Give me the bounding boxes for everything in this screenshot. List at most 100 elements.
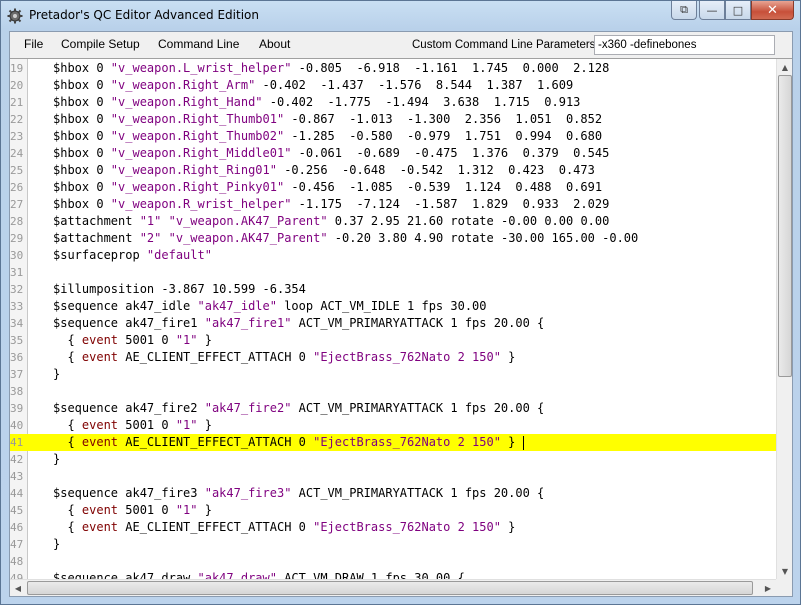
code-text: }	[53, 452, 61, 466]
line-number: 22	[10, 113, 24, 126]
code-line[interactable]: 21 $hbox 0 "v_weapon.Right_Hand" -0.402 -…	[10, 94, 776, 111]
code-text: $attachment "2" "v_weapon.AK47_Parent" -…	[53, 231, 639, 245]
code-line[interactable]: 38	[10, 383, 776, 400]
code-line[interactable]: 23 $hbox 0 "v_weapon.Right_Thumb02" -1.28…	[10, 128, 776, 145]
line-number: 28	[10, 215, 24, 228]
close-button[interactable]: ✕	[751, 1, 794, 20]
code-text: $sequence ak47_fire1 "ak47_fire1" ACT_VM…	[53, 316, 545, 330]
line-number: 41	[10, 436, 24, 449]
code-line[interactable]: 34 $sequence ak47_fire1 "ak47_fire1" ACT_…	[10, 315, 776, 332]
code-text: { event 5001 0 "1" }	[53, 418, 212, 432]
scroll-up-icon[interactable]: ▲	[777, 59, 792, 75]
line-number: 39	[10, 402, 24, 415]
code-text: $hbox 0 "v_weapon.Right_Hand" -0.402 -1.…	[53, 95, 581, 109]
code-line[interactable]: 28 $attachment "1" "v_weapon.AK47_Parent"…	[10, 213, 776, 230]
gear-icon[interactable]	[7, 8, 23, 24]
code-line[interactable]: 41 { event AE_CLIENT_EFFECT_ATTACH 0 "Ej…	[10, 434, 776, 451]
menu-file[interactable]: File	[24, 37, 43, 51]
line-number: 27	[10, 198, 24, 211]
line-number: 25	[10, 164, 24, 177]
code-line[interactable]: 30 $surfaceprop "default"	[10, 247, 776, 264]
code-text: $hbox 0 "v_weapon.L_wrist_helper" -0.805…	[53, 61, 610, 75]
code-line[interactable]: 48	[10, 553, 776, 570]
code-line[interactable]: 46 { event AE_CLIENT_EFFECT_ATTACH 0 "Ej…	[10, 519, 776, 536]
horizontal-scrollbar[interactable]: ◀ ▶	[10, 579, 776, 596]
restore-window-icon[interactable]: ⧉	[671, 1, 697, 20]
code-text: $illumposition -3.867 10.599 -6.354	[53, 282, 306, 296]
code-text: { event AE_CLIENT_EFFECT_ATTACH 0 "Eject…	[53, 520, 516, 534]
app-window: Pretador's QC Editor Advanced Edition ⧉ …	[0, 0, 801, 605]
title-bar[interactable]: Pretador's QC Editor Advanced Edition ⧉ …	[1, 1, 800, 31]
code-text: }	[53, 367, 61, 381]
line-number: 26	[10, 181, 24, 194]
code-line[interactable]: 40 { event 5001 0 "1" }	[10, 417, 776, 434]
line-number: 40	[10, 419, 24, 432]
code-text: { event AE_CLIENT_EFFECT_ATTACH 0 "Eject…	[53, 350, 516, 364]
code-line[interactable]: 31	[10, 264, 776, 281]
code-line[interactable]: 47}	[10, 536, 776, 553]
caption-buttons: ⧉ — □ ✕	[671, 1, 794, 20]
code-line[interactable]: 39 $sequence ak47_fire2 "ak47_fire2" ACT_…	[10, 400, 776, 417]
code-editor[interactable]: 19 $hbox 0 "v_weapon.L_wrist_helper" -0.8…	[10, 58, 792, 596]
code-line[interactable]: 24 $hbox 0 "v_weapon.Right_Middle01" -0.0…	[10, 145, 776, 162]
code-text: $surfaceprop "default"	[53, 248, 212, 262]
line-number: 35	[10, 334, 24, 347]
code-line[interactable]: 29 $attachment "2" "v_weapon.AK47_Parent"…	[10, 230, 776, 247]
maximize-button[interactable]: □	[725, 1, 751, 20]
line-number: 32	[10, 283, 24, 296]
code-text: { event 5001 0 "1" }	[53, 503, 212, 517]
code-line[interactable]: 32 $illumposition -3.867 10.599 -6.354	[10, 281, 776, 298]
line-number: 47	[10, 538, 24, 551]
scroll-left-icon[interactable]: ◀	[10, 580, 26, 596]
scroll-down-icon[interactable]: ▼	[777, 563, 792, 579]
line-number: 33	[10, 300, 24, 313]
command-line-label: Custom Command Line Parameters ->	[412, 39, 610, 51]
line-number: 31	[10, 266, 24, 279]
line-number: 37	[10, 368, 24, 381]
line-number: 44	[10, 487, 24, 500]
code-line[interactable]: 22 $hbox 0 "v_weapon.Right_Thumb01" -0.86…	[10, 111, 776, 128]
scrollbar-corner	[776, 579, 792, 596]
code-text: $hbox 0 "v_weapon.Right_Thumb02" -1.285 …	[53, 129, 603, 143]
line-number: 30	[10, 249, 24, 262]
code-text: $sequence ak47_fire2 "ak47_fire2" ACT_VM…	[53, 401, 545, 415]
horizontal-scroll-thumb[interactable]	[27, 581, 753, 595]
line-number: 19	[10, 62, 24, 75]
minimize-button[interactable]: —	[699, 1, 725, 20]
line-number: 48	[10, 555, 24, 568]
vertical-scrollbar[interactable]: ▲ ▼	[776, 59, 792, 579]
code-text: $hbox 0 "v_weapon.Right_Middle01" -0.061…	[53, 146, 610, 160]
code-line[interactable]: 26 $hbox 0 "v_weapon.Right_Pinky01" -0.45…	[10, 179, 776, 196]
code-line[interactable]: 35 { event 5001 0 "1" }	[10, 332, 776, 349]
code-line[interactable]: 25 $hbox 0 "v_weapon.Right_Ring01" -0.256…	[10, 162, 776, 179]
code-text: $sequence ak47_idle "ak47_idle" loop ACT…	[53, 299, 487, 313]
menu-compile-setup[interactable]: Compile Setup	[61, 37, 140, 51]
code-text: $hbox 0 "v_weapon.Right_Arm" -0.402 -1.4…	[53, 78, 574, 92]
line-number: 38	[10, 385, 24, 398]
code-line[interactable]: 20 $hbox 0 "v_weapon.Right_Arm" -0.402 -1…	[10, 77, 776, 94]
code-line[interactable]: 44 $sequence ak47_fire3 "ak47_fire3" ACT_…	[10, 485, 776, 502]
code-line[interactable]: 37}	[10, 366, 776, 383]
line-number: 43	[10, 470, 24, 483]
code-line[interactable]: 33 $sequence ak47_idle "ak47_idle" loop A…	[10, 298, 776, 315]
line-number: 20	[10, 79, 24, 92]
code-line[interactable]: 45 { event 5001 0 "1" }	[10, 502, 776, 519]
code-line[interactable]: 36 { event AE_CLIENT_EFFECT_ATTACH 0 "Ej…	[10, 349, 776, 366]
vertical-scroll-thumb[interactable]	[778, 75, 792, 377]
line-number: 45	[10, 504, 24, 517]
menu-about[interactable]: About	[259, 37, 290, 51]
scroll-right-icon[interactable]: ▶	[760, 580, 776, 596]
code-line[interactable]: 42}	[10, 451, 776, 468]
code-line[interactable]: 43	[10, 468, 776, 485]
line-number: 34	[10, 317, 24, 330]
code-text: $hbox 0 "v_weapon.Right_Ring01" -0.256 -…	[53, 163, 595, 177]
code-line[interactable]: 19 $hbox 0 "v_weapon.L_wrist_helper" -0.8…	[10, 60, 776, 77]
code-text: { event AE_CLIENT_EFFECT_ATTACH 0 "Eject…	[53, 435, 524, 450]
code-line[interactable]: 27 $hbox 0 "v_weapon.R_wrist_helper" -1.1…	[10, 196, 776, 213]
line-number: 36	[10, 351, 24, 364]
code-text: $hbox 0 "v_weapon.R_wrist_helper" -1.175…	[53, 197, 610, 211]
menu-bar: File Compile Setup Command Line About Cu…	[10, 32, 792, 58]
command-line-input[interactable]	[594, 35, 775, 55]
window-title: Pretador's QC Editor Advanced Edition	[29, 8, 259, 22]
menu-command-line[interactable]: Command Line	[158, 37, 239, 51]
